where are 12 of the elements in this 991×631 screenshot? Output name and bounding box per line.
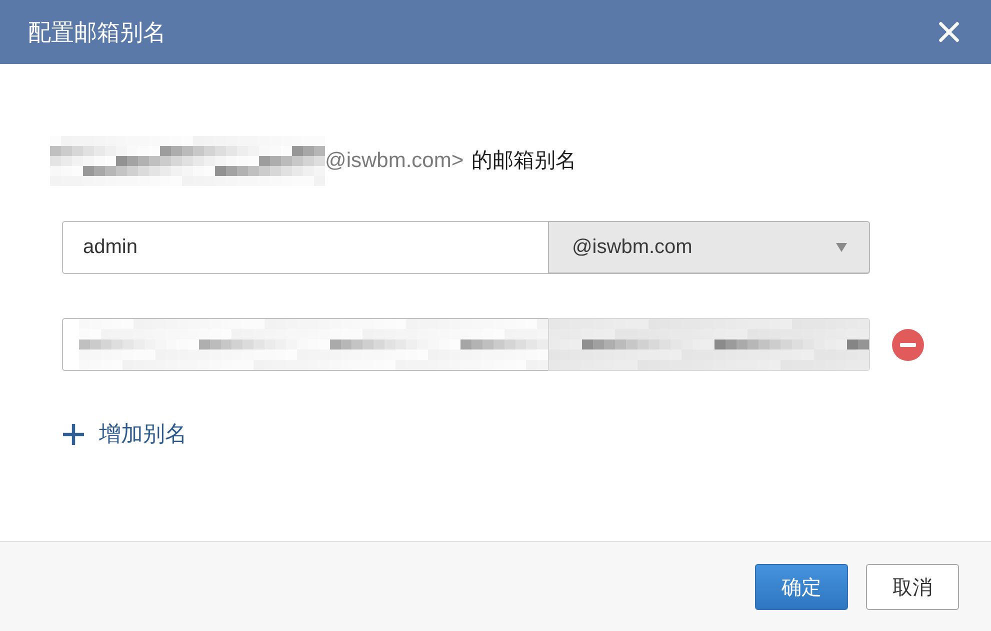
heading-text: 的邮箱别名 bbox=[472, 148, 577, 174]
domain-select[interactable]: @iswbm.com bbox=[548, 221, 870, 274]
caret-icon bbox=[836, 243, 847, 252]
alias-name-field[interactable]: admin bbox=[62, 221, 548, 274]
close-icon[interactable] bbox=[938, 21, 960, 43]
minus-circle-icon[interactable] bbox=[892, 328, 924, 360]
add-alias-link[interactable]: 增加别名 bbox=[63, 419, 187, 449]
cancel-button[interactable]: 取消 bbox=[866, 564, 959, 610]
plus-icon bbox=[63, 424, 84, 444]
email-domain-text: @iswbm.com> bbox=[325, 148, 464, 174]
confirm-button[interactable]: 确定 bbox=[755, 564, 848, 610]
dialog-title: 配置邮箱别名 bbox=[28, 18, 166, 47]
